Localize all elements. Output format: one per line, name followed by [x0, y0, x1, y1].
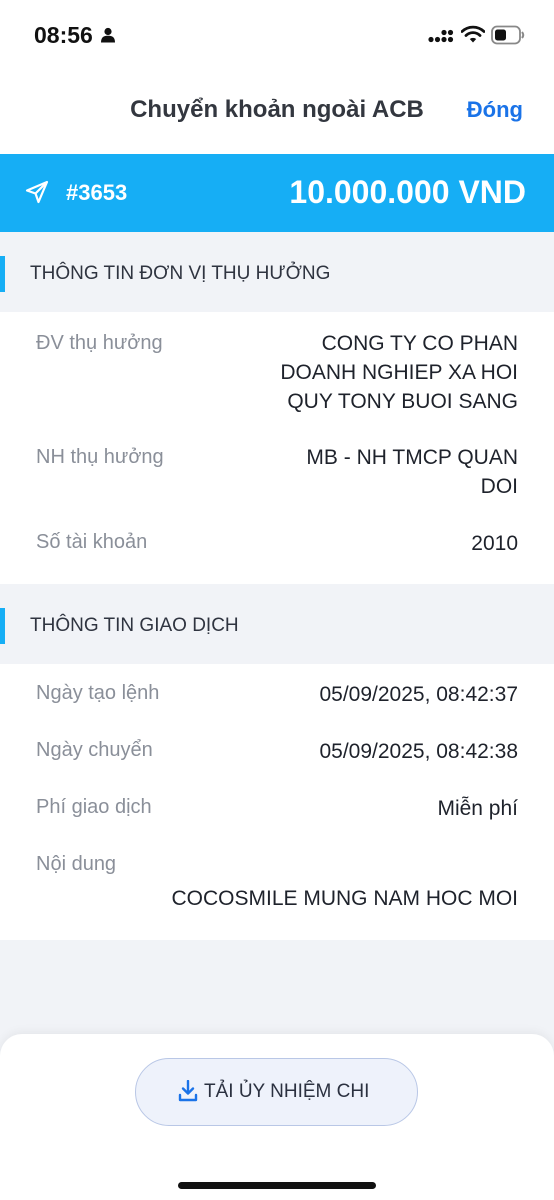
beneficiary-section: ĐV thụ hưởng CONG TY CO PHAN DOANH NGHIE… [0, 312, 554, 584]
account-number-label: Số tài khoản [36, 531, 148, 553]
fee-value: Miễn phí [437, 797, 518, 820]
download-payment-order-button[interactable]: TẢI ỦY NHIỆM CHI [135, 1058, 418, 1126]
wifi-icon [461, 25, 485, 43]
section-accent-bar [0, 608, 5, 644]
nav-bar: Chuyển khoản ngoài ACB Đóng [0, 70, 554, 154]
beneficiary-section-header: THÔNG TIN ĐƠN VỊ THỤ HƯỞNG [0, 232, 554, 312]
transaction-section-header: THÔNG TIN GIAO DỊCH [0, 584, 554, 664]
value-line: MB - NH TMCP QUAN [306, 446, 518, 469]
beneficiary-bank-value: MB - NH TMCP QUAN DOI [306, 443, 518, 501]
transaction-id: #3653 [66, 180, 128, 205]
value-line: CONG TY CO PHAN [321, 332, 518, 355]
description-value: COCOSMILE MUNG NAM HOC MOI [171, 887, 518, 910]
download-icon [178, 1080, 198, 1102]
status-time: 08:56 [34, 22, 93, 48]
send-icon [25, 180, 49, 204]
download-button-label: TẢI ỦY NHIỆM CHI [204, 1081, 370, 1102]
bottom-panel: TẢI ỦY NHIỆM CHI [0, 1034, 554, 1200]
transaction-banner: #3653 10.000.000 VND [0, 154, 554, 232]
person-icon [101, 27, 115, 43]
transfer-date-label: Ngày chuyển [36, 739, 153, 761]
beneficiary-bank-label: NH thụ hưởng [36, 446, 164, 468]
section-accent-bar [0, 256, 5, 292]
transaction-section-title: THÔNG TIN GIAO DỊCH [30, 615, 239, 636]
value-line: DOI [480, 475, 518, 498]
value-line: QUY TONY BUOI SANG [287, 390, 518, 413]
close-button[interactable]: Đóng [467, 97, 523, 123]
account-number-value: 2010 [471, 532, 518, 555]
transfer-date-value: 05/09/2025, 08:42:38 [319, 740, 518, 763]
transaction-amount: 10.000.000 VND [289, 174, 526, 210]
fee-label: Phí giao dịch [36, 796, 152, 818]
created-date-value: 05/09/2025, 08:42:37 [319, 683, 518, 706]
home-indicator [178, 1182, 376, 1189]
status-bar: 08:56 [0, 0, 554, 70]
value-line: DOANH NGHIEP XA HOI [280, 361, 518, 384]
created-date-label: Ngày tạo lệnh [36, 682, 160, 704]
transaction-section: Ngày tạo lệnh 05/09/2025, 08:42:37 Ngày … [0, 664, 554, 940]
signal-icon [428, 29, 454, 43]
beneficiary-name-label: ĐV thụ hưởng [36, 332, 163, 354]
description-label: Nội dung [36, 853, 117, 875]
beneficiary-name-value: CONG TY CO PHAN DOANH NGHIEP XA HOI QUY … [280, 329, 518, 416]
beneficiary-section-title: THÔNG TIN ĐƠN VỊ THỤ HƯỞNG [30, 263, 331, 284]
battery-icon [491, 25, 525, 45]
